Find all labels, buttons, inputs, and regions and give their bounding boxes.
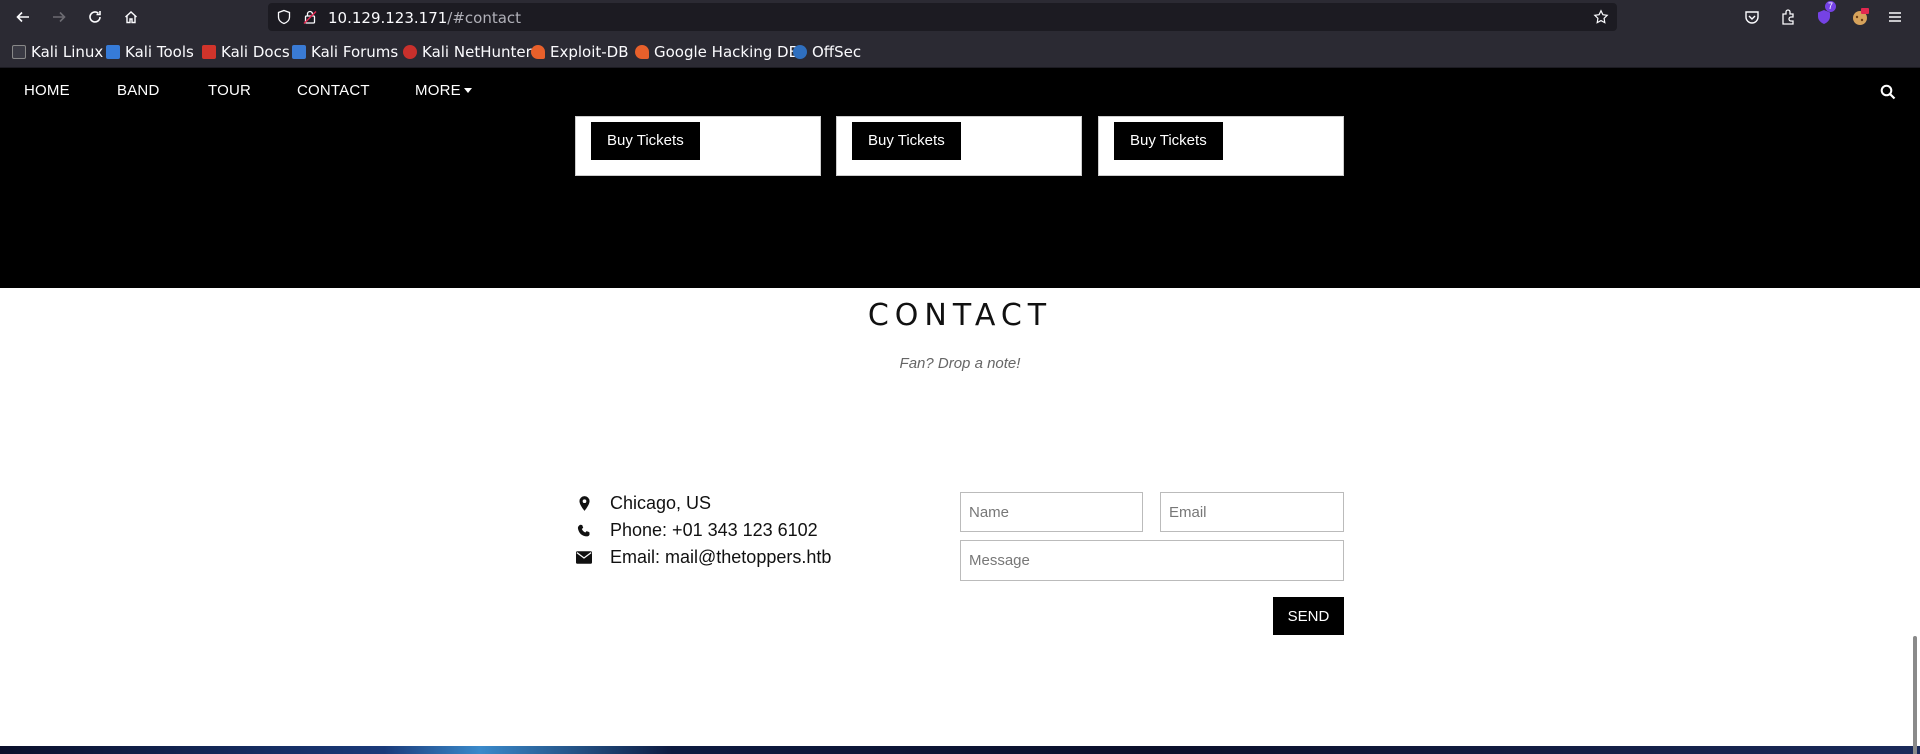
email-input[interactable] [1160,492,1344,532]
search-icon[interactable] [1880,84,1896,100]
kali-dragon-icon [12,45,26,59]
buy-tickets-button[interactable]: Buy Tickets [591,122,700,160]
nav-band[interactable]: BAND [117,82,159,99]
buy-tickets-button[interactable]: Buy Tickets [1114,122,1223,160]
forward-button[interactable] [47,5,71,29]
location-text: Chicago, US [610,493,712,513]
site-navbar: HOME BAND TOUR CONTACT MORE [0,68,1920,116]
bookmark-kali-tools[interactable]: Kali Tools [106,43,194,61]
tour-card: Buy Tickets [575,116,821,176]
bookmark-kali-docs[interactable]: Kali Docs [202,43,290,61]
bookmark-kali-nethunter[interactable]: Kali NetHunter [403,43,532,61]
ghdb-icon [635,45,649,59]
bookmark-label: OffSec [812,43,862,61]
extensions-icon[interactable] [1779,8,1797,26]
forward-arrow-icon [53,11,66,23]
bookmark-kali-linux[interactable]: Kali Linux [12,43,103,61]
bookmark-star-icon[interactable] [1593,9,1609,25]
reload-icon [89,11,101,23]
kali-nethunter-icon [403,45,417,59]
bookmark-label: Google Hacking DB [654,43,799,61]
contact-location: Chicago, US [576,493,711,514]
contact-subtitle: Fan? Drop a note! [899,355,1021,372]
cookie-extension-icon [1853,8,1869,25]
bookmark-label: Kali Forums [311,43,399,61]
extension-badge-button[interactable]: 7 [1815,1,1837,26]
page-scrollbar[interactable] [1908,68,1920,754]
envelope-icon [576,550,592,566]
phone-text: Phone: +01 343 123 6102 [610,520,818,540]
caret-down-icon [463,88,472,93]
kali-tools-icon [106,45,120,59]
tour-section: Buy Tickets Buy Tickets Buy Tickets [0,116,1920,288]
exploit-db-icon [531,45,545,59]
bookmark-google-hacking-db[interactable]: Google Hacking DB [635,43,799,61]
kali-docs-icon [202,45,216,59]
bookmark-label: Kali NetHunter [422,43,532,61]
buy-tickets-button[interactable]: Buy Tickets [852,122,961,160]
url-bar[interactable]: 10.129.123.171/#contact [268,3,1617,31]
nav-tour[interactable]: TOUR [208,82,251,99]
bookmark-label: Kali Linux [31,43,104,61]
send-button[interactable]: SEND [1273,597,1344,635]
tour-card: Buy Tickets [1098,116,1344,176]
bookmark-offsec[interactable]: OffSec [793,43,861,61]
map-marker-icon [576,496,592,512]
name-input[interactable] [960,492,1143,532]
browser-toolbar: 10.129.123.171/#contact 7 [0,0,1920,34]
bookmark-label: Kali Tools [125,43,194,61]
bookmark-label: Exploit-DB [550,43,629,61]
reload-button[interactable] [83,5,107,29]
pocket-icon[interactable] [1743,8,1761,26]
home-button[interactable] [119,5,143,29]
hamburger-menu-icon[interactable] [1886,8,1904,26]
home-icon [125,11,137,24]
bookmark-kali-forums[interactable]: Kali Forums [292,43,398,61]
contact-phone: Phone: +01 343 123 6102 [576,520,818,541]
lock-insecure-icon[interactable] [302,9,318,25]
web-page: HOME BAND TOUR CONTACT MORE Buy Tickets … [0,68,1920,754]
extension-badge-count: 7 [1825,1,1837,12]
bookmarks-toolbar: Kali Linux Kali Tools Kali Docs Kali For… [0,34,1920,68]
kali-forums-icon [292,45,306,59]
nav-contact[interactable]: CONTACT [297,82,370,99]
url-text[interactable]: 10.129.123.171/#contact [328,9,521,27]
offsec-icon [793,45,807,59]
url-path: /#contact [447,9,522,27]
email-text: Email: mail@thetoppers.htb [610,547,832,567]
back-button[interactable] [11,5,35,29]
phone-icon [576,523,592,539]
nav-more-dropdown[interactable]: MORE [415,82,472,99]
bookmark-exploit-db[interactable]: Exploit-DB [531,43,629,61]
tour-card: Buy Tickets [836,116,1082,176]
profile-extension-button[interactable] [1851,8,1869,26]
shield-icon[interactable] [276,9,292,25]
bookmark-label: Kali Docs [221,43,290,61]
url-host: 10.129.123.171 [328,9,448,27]
footer-image-strip [0,746,1920,754]
nav-home[interactable]: HOME [24,82,70,99]
contact-email: Email: mail@thetoppers.htb [576,547,831,568]
scrollbar-thumb[interactable] [1913,636,1917,754]
contact-heading: CONTACT [867,298,1053,333]
nav-more-label: MORE [415,82,461,99]
back-arrow-icon [16,11,29,23]
message-input[interactable] [960,540,1344,581]
